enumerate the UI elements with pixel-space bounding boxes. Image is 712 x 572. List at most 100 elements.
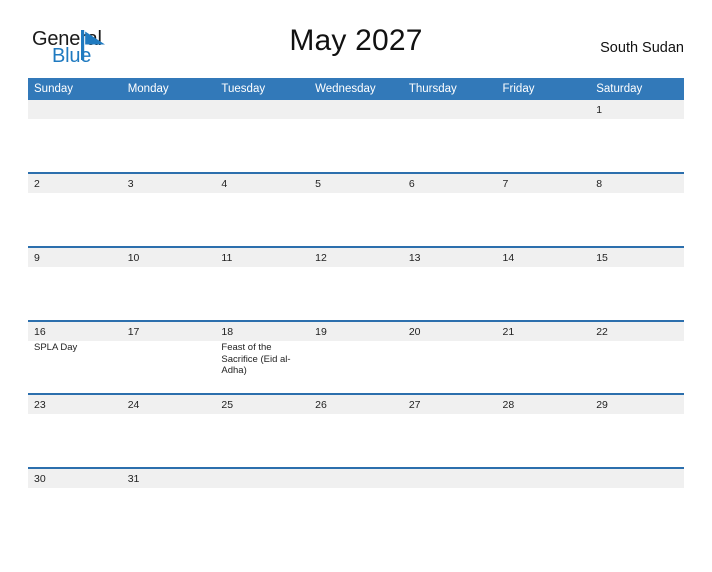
weekday-header-wednesday: Wednesday — [309, 78, 403, 100]
region-label: South Sudan — [600, 40, 684, 56]
day-cell[interactable] — [28, 119, 122, 173]
page-title: May 2027 — [289, 24, 423, 57]
week-body-row — [28, 193, 684, 247]
day-number[interactable]: 26 — [309, 393, 403, 414]
day-number[interactable] — [402, 100, 497, 119]
day-cell[interactable] — [215, 267, 310, 321]
day-cell[interactable] — [496, 488, 591, 542]
day-cell[interactable] — [309, 193, 403, 247]
day-number[interactable]: 30 — [28, 467, 122, 488]
day-cell[interactable] — [309, 341, 403, 394]
day-cell[interactable] — [121, 119, 216, 173]
day-cell[interactable] — [215, 414, 310, 468]
day-number[interactable]: 8 — [590, 172, 684, 193]
day-cell[interactable] — [121, 341, 216, 394]
day-number[interactable]: 22 — [590, 320, 684, 341]
day-number[interactable]: 12 — [309, 246, 403, 267]
day-number[interactable] — [215, 100, 310, 119]
week-number-row: 16 17 18 19 20 21 22 — [28, 320, 684, 341]
day-number[interactable]: 25 — [215, 393, 310, 414]
day-number[interactable]: 4 — [215, 172, 310, 193]
day-cell[interactable] — [28, 267, 122, 321]
day-number[interactable]: 9 — [28, 246, 122, 267]
day-cell[interactable] — [496, 193, 591, 247]
day-number[interactable]: 23 — [28, 393, 122, 414]
day-cell[interactable] — [590, 267, 684, 321]
day-number[interactable]: 3 — [121, 172, 216, 193]
day-cell[interactable] — [28, 488, 122, 542]
day-cell[interactable] — [402, 488, 497, 542]
day-cell[interactable] — [215, 488, 310, 542]
day-cell[interactable] — [496, 414, 591, 468]
day-cell[interactable] — [28, 193, 122, 247]
day-number[interactable] — [309, 467, 403, 488]
day-cell[interactable] — [402, 341, 497, 394]
week-number-row: 1 — [28, 100, 684, 119]
day-number[interactable]: 14 — [496, 246, 591, 267]
day-number[interactable] — [215, 467, 310, 488]
day-number[interactable]: 13 — [402, 246, 497, 267]
day-number[interactable]: 15 — [590, 246, 684, 267]
day-number[interactable] — [496, 467, 591, 488]
day-cell[interactable] — [496, 119, 591, 173]
day-number[interactable] — [496, 100, 591, 119]
week-number-row: 30 31 — [28, 467, 684, 488]
day-number[interactable] — [28, 100, 122, 119]
day-cell[interactable] — [215, 119, 310, 173]
calendar-page: General Blue May 2027 South Sudan Sunday… — [0, 22, 712, 572]
day-number[interactable]: 24 — [121, 393, 216, 414]
calendar-grid: Sunday Monday Tuesday Wednesday Thursday… — [28, 78, 684, 542]
day-number[interactable]: 1 — [590, 100, 684, 119]
day-number[interactable] — [402, 467, 497, 488]
day-cell[interactable] — [309, 414, 403, 468]
day-cell[interactable] — [496, 341, 591, 394]
day-cell[interactable]: SPLA Day — [28, 341, 122, 394]
day-cell[interactable] — [121, 414, 216, 468]
day-cell[interactable] — [121, 267, 216, 321]
day-number[interactable] — [590, 467, 684, 488]
day-cell[interactable] — [309, 488, 403, 542]
day-number[interactable]: 18 — [215, 320, 310, 341]
day-cell[interactable] — [590, 193, 684, 247]
day-cell[interactable] — [402, 414, 497, 468]
weekday-header-monday: Monday — [121, 78, 216, 100]
day-cell[interactable] — [402, 193, 497, 247]
day-number[interactable]: 27 — [402, 393, 497, 414]
day-number[interactable]: 29 — [590, 393, 684, 414]
day-number[interactable]: 10 — [121, 246, 216, 267]
day-number[interactable]: 20 — [402, 320, 497, 341]
day-number[interactable] — [121, 100, 216, 119]
weekday-header-friday: Friday — [496, 78, 591, 100]
day-number[interactable]: 2 — [28, 172, 122, 193]
day-number[interactable]: 17 — [121, 320, 216, 341]
day-cell[interactable] — [590, 488, 684, 542]
day-cell[interactable] — [309, 267, 403, 321]
day-cell[interactable] — [121, 488, 216, 542]
week-body-row: SPLA Day Feast of the Sacrifice (Eid al-… — [28, 341, 684, 394]
day-cell[interactable] — [590, 414, 684, 468]
day-number[interactable]: 31 — [121, 467, 216, 488]
day-cell[interactable] — [28, 414, 122, 468]
day-cell[interactable] — [590, 341, 684, 394]
week-number-row: 2 3 4 5 6 7 8 — [28, 172, 684, 193]
day-cell[interactable] — [402, 267, 497, 321]
day-number[interactable]: 11 — [215, 246, 310, 267]
day-number[interactable]: 7 — [496, 172, 591, 193]
day-cell[interactable]: Feast of the Sacrifice (Eid al-Adha) — [215, 341, 310, 394]
day-number[interactable]: 6 — [402, 172, 497, 193]
day-number[interactable]: 28 — [496, 393, 591, 414]
day-number[interactable] — [309, 100, 403, 119]
day-number[interactable]: 16 — [28, 320, 122, 341]
day-cell[interactable] — [590, 119, 684, 173]
day-number[interactable]: 5 — [309, 172, 403, 193]
week-body-row — [28, 488, 684, 542]
day-cell[interactable] — [496, 267, 591, 321]
day-number[interactable]: 21 — [496, 320, 591, 341]
day-cell[interactable] — [309, 119, 403, 173]
day-number[interactable]: 19 — [309, 320, 403, 341]
day-cell[interactable] — [215, 193, 310, 247]
week-number-row: 9 10 11 12 13 14 15 — [28, 246, 684, 267]
day-cell[interactable] — [121, 193, 216, 247]
day-cell[interactable] — [402, 119, 497, 173]
week-number-row: 23 24 25 26 27 28 29 — [28, 393, 684, 414]
